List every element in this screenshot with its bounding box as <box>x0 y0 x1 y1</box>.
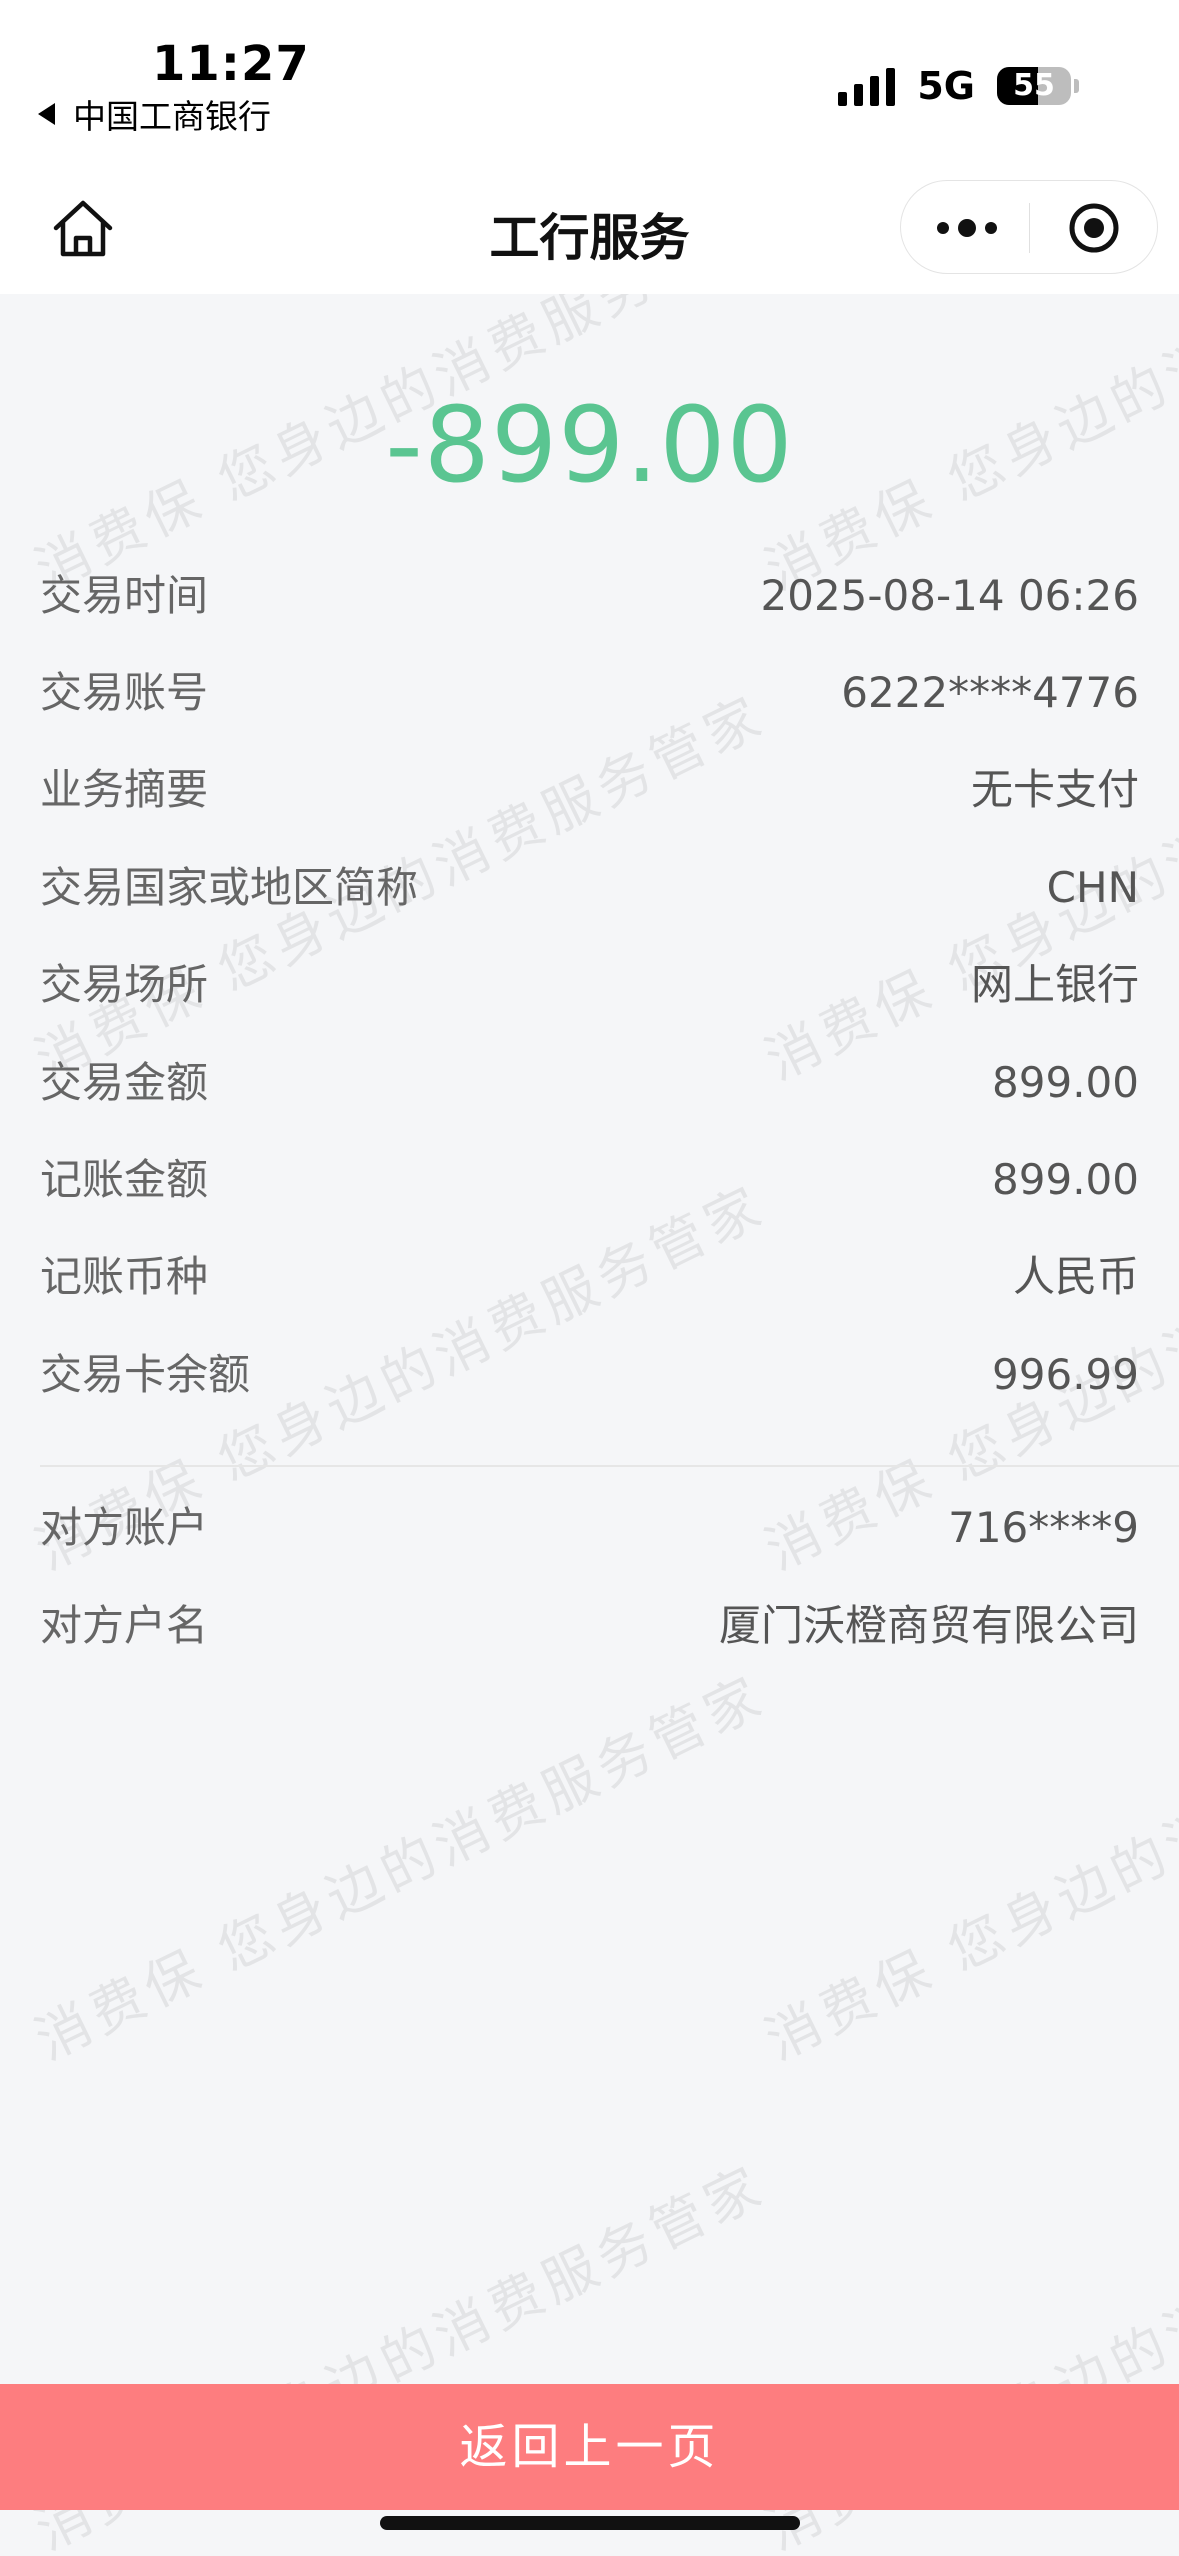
detail-label: 业务摘要 <box>40 765 209 814</box>
transaction-amount: -899.00 <box>385 384 794 506</box>
detail-label: 记账金额 <box>40 1155 209 1204</box>
detail-label: 交易场所 <box>40 960 209 1009</box>
detail-value: 899.00 <box>992 1058 1139 1107</box>
detail-label: 对方账户 <box>40 1503 209 1552</box>
detail-row: 交易国家或地区简称 CHN <box>40 858 1139 918</box>
status-bar: 11:27 中国工商银行 5G 55 <box>0 0 1179 160</box>
detail-label: 交易国家或地区简称 <box>40 863 419 912</box>
detail-row: 交易账号 6222****4776 <box>40 663 1139 723</box>
target-close-icon[interactable] <box>1067 201 1121 255</box>
more-dots-icon[interactable] <box>935 216 999 240</box>
home-indicator[interactable] <box>380 2516 800 2530</box>
detail-row: 交易金额 899.00 <box>40 1053 1139 1113</box>
battery-level: 55 <box>1013 68 1055 103</box>
status-time: 11:27 <box>152 36 310 92</box>
detail-label: 对方户名 <box>40 1601 209 1650</box>
watermark: 消费保 您身边的消费服务管家 消费保 您身边的消费服务管家 消费保 您身边的消费服务… <box>0 294 1179 2556</box>
counterparty-row: 对方户名 厦门沃橙商贸有限公司 <box>40 1596 1139 1656</box>
back-button[interactable]: 返回上一页 <box>0 2384 1179 2510</box>
battery-nub <box>1074 79 1079 93</box>
detail-row: 交易时间 2025-08-14 06:26 <box>40 566 1139 626</box>
mini-program-capsule <box>900 180 1158 274</box>
detail-label: 交易卡余额 <box>40 1350 251 1399</box>
detail-value: 无卡支付 <box>970 765 1139 814</box>
detail-row: 交易场所 网上银行 <box>40 955 1139 1015</box>
back-app-label: 中国工商银行 <box>73 97 271 136</box>
detail-value: 6222****4776 <box>841 668 1139 717</box>
detail-value: 2025-08-14 06:26 <box>760 571 1139 620</box>
detail-value: 网上银行 <box>970 960 1139 1009</box>
status-indicators: 5G 55 <box>838 64 1079 108</box>
capsule-divider <box>1029 203 1030 253</box>
back-triangle-icon <box>38 103 55 125</box>
nav-bar: 工行服务 <box>0 160 1179 294</box>
detail-value: 厦门沃橙商贸有限公司 <box>718 1601 1139 1650</box>
network-type: 5G <box>917 64 975 108</box>
watermark-text: 消费保 您身边的消费服务管家 <box>25 1663 776 2073</box>
counterparty-row: 对方账户 716****9 <box>40 1498 1139 1558</box>
detail-value: 899.00 <box>992 1155 1139 1204</box>
back-to-app-link[interactable]: 中国工商银行 <box>38 90 271 138</box>
detail-row: 业务摘要 无卡支付 <box>40 760 1139 820</box>
detail-label: 交易时间 <box>40 571 209 620</box>
watermark-text: 消费保 您身边的消费服务管家 <box>755 1663 1179 2073</box>
detail-label: 交易账号 <box>40 668 209 717</box>
detail-value: 人民币 <box>1012 1252 1139 1301</box>
detail-value: CHN <box>1046 863 1139 912</box>
detail-row: 记账币种 人民币 <box>40 1247 1139 1307</box>
detail-value: 716****9 <box>948 1503 1139 1552</box>
detail-row: 记账金额 899.00 <box>40 1150 1139 1210</box>
section-divider <box>40 1465 1179 1467</box>
signal-icon <box>838 66 896 106</box>
detail-label: 交易金额 <box>40 1058 209 1107</box>
detail-row: 交易卡余额 996.99 <box>40 1345 1139 1405</box>
detail-label: 记账币种 <box>40 1252 209 1301</box>
battery-icon: 55 <box>997 67 1071 105</box>
detail-value: 996.99 <box>992 1350 1139 1399</box>
